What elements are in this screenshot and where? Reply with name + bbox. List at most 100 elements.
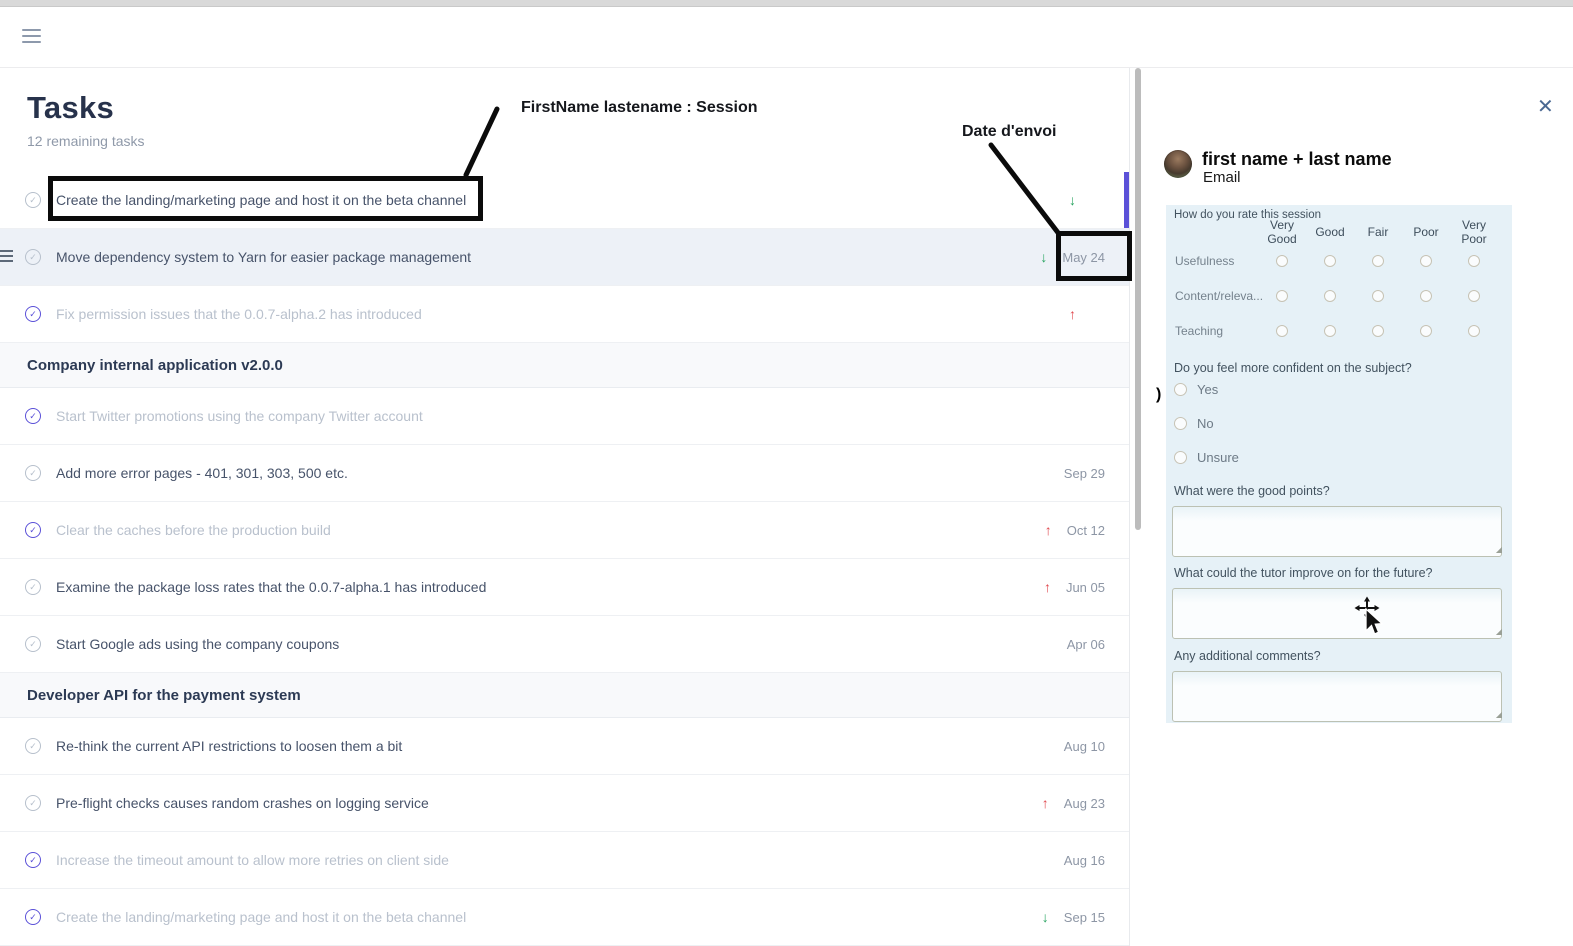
person-email-label: Email bbox=[1203, 169, 1241, 186]
rating-cell bbox=[1354, 255, 1402, 267]
confidence-radio[interactable] bbox=[1174, 451, 1187, 464]
task-title: Clear the caches before the production b… bbox=[56, 522, 331, 538]
confidence-option[interactable]: Yes bbox=[1174, 382, 1239, 397]
task-row[interactable]: ✓ Re-think the current API restrictions t… bbox=[0, 718, 1129, 775]
confidence-option[interactable]: No bbox=[1174, 416, 1239, 431]
rating-radio[interactable] bbox=[1276, 325, 1288, 337]
rating-cell bbox=[1450, 325, 1498, 337]
confidence-radio[interactable] bbox=[1174, 417, 1187, 430]
rating-column-header: Very Poor bbox=[1450, 218, 1498, 246]
task-checkbox[interactable]: ✓ bbox=[25, 795, 41, 811]
text-question-block: What were the good points?◢ bbox=[1172, 484, 1504, 557]
task-checkbox[interactable]: ✓ bbox=[25, 249, 41, 265]
rating-radio[interactable] bbox=[1420, 290, 1432, 302]
hamburger-menu-icon[interactable] bbox=[22, 29, 41, 45]
due-date: May 24 bbox=[1062, 250, 1105, 265]
text-question-block: Any additional comments?◢ bbox=[1172, 649, 1504, 722]
task-row[interactable]: ✓ Create the landing/marketing page and h… bbox=[0, 172, 1129, 229]
task-title: Pre-flight checks causes random crashes … bbox=[56, 795, 429, 811]
text-question-block: What could the tutor improve on for the … bbox=[1172, 566, 1504, 639]
rating-radio[interactable] bbox=[1372, 255, 1384, 267]
rating-radio[interactable] bbox=[1420, 325, 1432, 337]
task-meta: ↑Jun 05 bbox=[1044, 580, 1105, 595]
rating-row-label: Usefulness bbox=[1172, 254, 1258, 268]
task-row[interactable]: ✓ Create the landing/marketing page and h… bbox=[0, 889, 1129, 946]
task-title: Add more error pages - 401, 301, 303, 50… bbox=[56, 465, 348, 481]
task-row[interactable]: ✓ Clear the caches before the production … bbox=[0, 502, 1129, 559]
task-row[interactable]: ✓Start Google ads using the company coup… bbox=[0, 616, 1129, 673]
confidence-option-label: No bbox=[1197, 416, 1214, 431]
task-checkbox[interactable]: ✓ bbox=[25, 579, 41, 595]
rating-radio[interactable] bbox=[1276, 290, 1288, 302]
task-row[interactable]: ✓Fix permission issues that the 0.0.7-al… bbox=[0, 286, 1129, 343]
priority-up-icon: ↑ bbox=[1069, 307, 1076, 321]
rating-grid: Very GoodGoodFairPoorVery PoorUsefulness… bbox=[1172, 221, 1498, 348]
rating-row-label: Content/releva... bbox=[1172, 289, 1258, 303]
task-checkbox[interactable]: ✓ bbox=[25, 192, 41, 208]
task-checkbox[interactable]: ✓ bbox=[25, 306, 41, 322]
rating-radio[interactable] bbox=[1324, 325, 1336, 337]
task-title: Start Twitter promotions using the compa… bbox=[56, 408, 423, 424]
textarea-wrap: ◢ bbox=[1172, 671, 1504, 722]
rating-cell bbox=[1402, 255, 1450, 267]
task-checkbox[interactable]: ✓ bbox=[25, 852, 41, 868]
task-row[interactable]: ✓ Start Twitter promotions using the comp… bbox=[0, 388, 1129, 445]
drag-handle-icon[interactable] bbox=[0, 250, 13, 265]
task-title: Re-think the current API restrictions to… bbox=[56, 738, 402, 754]
task-row[interactable]: ✓ Add more error pages - 401, 301, 303, 5… bbox=[0, 445, 1129, 502]
rating-radio[interactable] bbox=[1420, 255, 1432, 267]
confidence-option-label: Yes bbox=[1197, 382, 1218, 397]
confidence-question-label: Do you feel more confident on the subjec… bbox=[1174, 361, 1412, 375]
due-date: Aug 23 bbox=[1064, 796, 1105, 811]
rating-cell bbox=[1306, 255, 1354, 267]
answer-textarea[interactable] bbox=[1172, 671, 1502, 722]
due-date: Jun 05 bbox=[1066, 580, 1105, 595]
rating-radio[interactable] bbox=[1468, 290, 1480, 302]
rating-cell bbox=[1402, 325, 1450, 337]
task-title: Create the landing/marketing page and ho… bbox=[56, 909, 466, 925]
task-row[interactable]: ✓ Pre-flight checks causes random crashes… bbox=[0, 775, 1129, 832]
rating-cell bbox=[1258, 325, 1306, 337]
rating-radio[interactable] bbox=[1468, 255, 1480, 267]
vertical-scrollbar-thumb[interactable] bbox=[1135, 68, 1141, 530]
task-meta: ↑Oct 12 bbox=[1045, 523, 1105, 538]
rating-radio[interactable] bbox=[1276, 255, 1288, 267]
close-icon[interactable]: ✕ bbox=[1537, 94, 1554, 119]
answer-textarea[interactable] bbox=[1172, 588, 1502, 639]
task-checkbox[interactable]: ✓ bbox=[25, 408, 41, 424]
priority-up-icon: ↑ bbox=[1045, 523, 1052, 537]
rating-cell bbox=[1258, 255, 1306, 267]
priority-down-icon: ↓ bbox=[1040, 250, 1047, 264]
answer-textarea[interactable] bbox=[1172, 506, 1502, 557]
task-meta: ↓Sep 15 bbox=[1042, 910, 1105, 925]
task-checkbox[interactable]: ✓ bbox=[25, 522, 41, 538]
section-header: Company internal application v2.0.0 bbox=[0, 343, 1129, 388]
task-title: Create the landing/marketing page and ho… bbox=[56, 192, 466, 208]
task-meta: ↓ bbox=[1069, 193, 1105, 207]
task-checkbox[interactable]: ✓ bbox=[25, 465, 41, 481]
remaining-tasks-count: 12 remaining tasks bbox=[27, 133, 1129, 149]
rating-cell bbox=[1450, 255, 1498, 267]
feedback-detail-pane: ✕ first name + last name Email How do yo… bbox=[1143, 68, 1573, 946]
text-question-label: What could the tutor improve on for the … bbox=[1172, 566, 1504, 580]
task-row[interactable]: ✓Increase the timeout amount to allow mo… bbox=[0, 832, 1129, 889]
task-row[interactable]: ✓Examine the package loss rates that the… bbox=[0, 559, 1129, 616]
text-question-label: What were the good points? bbox=[1172, 484, 1504, 498]
task-list: ✓ Create the landing/marketing page and h… bbox=[0, 172, 1129, 946]
priority-down-icon: ↓ bbox=[1069, 193, 1076, 207]
page-title: Tasks bbox=[27, 90, 1129, 126]
rating-radio[interactable] bbox=[1468, 325, 1480, 337]
priority-up-icon: ↑ bbox=[1042, 796, 1049, 810]
rating-radio[interactable] bbox=[1372, 290, 1384, 302]
task-row[interactable]: ✓Move dependency system to Yarn for easi… bbox=[0, 229, 1129, 286]
task-checkbox[interactable]: ✓ bbox=[25, 636, 41, 652]
rating-cell bbox=[1402, 290, 1450, 302]
rating-radio[interactable] bbox=[1324, 255, 1336, 267]
task-checkbox[interactable]: ✓ bbox=[25, 738, 41, 754]
rating-radio[interactable] bbox=[1324, 290, 1336, 302]
task-checkbox[interactable]: ✓ bbox=[25, 909, 41, 925]
confidence-option[interactable]: Unsure bbox=[1174, 450, 1239, 465]
task-meta: Aug 16 bbox=[1064, 853, 1105, 868]
confidence-radio[interactable] bbox=[1174, 383, 1187, 396]
rating-radio[interactable] bbox=[1372, 325, 1384, 337]
